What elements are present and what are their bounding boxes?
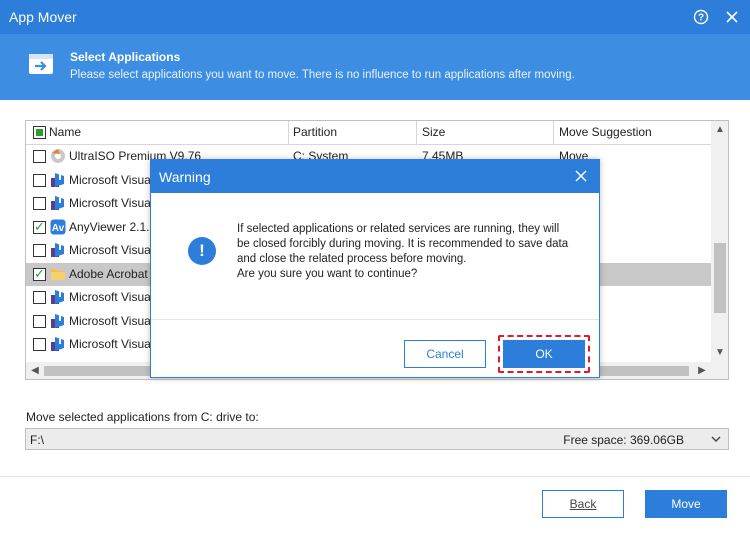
row-checkbox[interactable] (33, 338, 46, 351)
row-checkbox[interactable] (33, 266, 46, 282)
svg-text:?: ? (698, 13, 704, 24)
column-size[interactable]: Size (422, 121, 445, 144)
close-icon[interactable] (721, 6, 743, 28)
row-checkbox[interactable] (33, 291, 46, 304)
select-all-checkbox[interactable] (33, 126, 46, 139)
free-space: Free space: 369.06GB (563, 433, 684, 447)
dialog-message-line: and close the related process before mov… (237, 253, 467, 265)
svg-text:Av: Av (52, 223, 65, 234)
row-checkbox[interactable] (33, 150, 46, 163)
scroll-up-icon[interactable]: ▲ (711, 121, 728, 139)
column-move-suggestion[interactable]: Move Suggestion (559, 121, 652, 144)
scroll-down-icon[interactable]: ▼ (711, 344, 728, 362)
column-name[interactable]: Name (49, 121, 81, 144)
vs-installer-icon (50, 172, 66, 188)
help-icon[interactable]: ? (690, 6, 712, 28)
vs-installer-icon (50, 313, 66, 329)
ultraiso-icon (50, 148, 66, 164)
header-title: Select Applications (70, 50, 181, 64)
title-bar: App Mover ? (0, 0, 750, 34)
app-name: AnyViewer 2.1. (69, 219, 150, 234)
cancel-button[interactable]: Cancel (404, 340, 486, 368)
info-icon: ! (188, 237, 216, 265)
anyviewer-icon: Av (50, 219, 66, 235)
vs-installer-icon (50, 336, 66, 352)
row-checkbox[interactable] (33, 197, 46, 210)
dialog-message: If selected applications or related serv… (237, 222, 589, 282)
header-banner: Select Applications Please select applic… (0, 34, 750, 100)
row-checkbox[interactable] (33, 219, 46, 235)
app-name: Microsoft Visual (69, 243, 154, 257)
row-checkbox[interactable] (33, 244, 46, 257)
folder-icon (50, 266, 66, 282)
header-subtitle: Please select applications you want to m… (70, 69, 575, 81)
app-move-icon (26, 48, 58, 80)
row-checkbox[interactable] (33, 173, 46, 187)
vs-installer-icon (50, 242, 66, 258)
footer-divider (0, 476, 750, 477)
dialog-title-bar: Warning (151, 160, 599, 193)
column-divider (288, 121, 289, 144)
app-name: Microsoft Visual (69, 172, 154, 187)
back-button[interactable]: Back (542, 490, 624, 518)
scroll-right-icon[interactable]: ▶ (693, 362, 711, 379)
dialog-message-line: be closed forcibly during moving. It is … (237, 238, 569, 250)
column-divider (416, 121, 417, 144)
move-button[interactable]: Move (645, 490, 727, 518)
vertical-scroll-thumb[interactable] (714, 243, 726, 313)
chevron-down-icon[interactable] (710, 431, 722, 450)
vs-installer-icon (50, 195, 66, 211)
column-divider (553, 121, 554, 144)
warning-dialog: Warning ! If selected applications or re… (150, 159, 600, 378)
dialog-title: Warning (159, 169, 211, 185)
app-name: Adobe Acrobat I (69, 266, 155, 281)
ok-button[interactable]: OK (503, 340, 585, 368)
dialog-message-line: Are you sure you want to continue? (237, 268, 418, 280)
vertical-scrollbar[interactable]: ▲ ▼ (711, 121, 728, 362)
app-name: Microsoft Visual (69, 313, 154, 328)
window-title: App Mover (9, 9, 77, 25)
dialog-close-icon[interactable] (571, 166, 591, 186)
app-name: Microsoft Visual (69, 290, 154, 304)
dialog-message-line: If selected applications or related serv… (237, 223, 560, 235)
vs-installer-icon (50, 289, 66, 305)
destination-value: F:\ (30, 433, 44, 447)
scroll-left-icon[interactable]: ◀ (26, 362, 44, 379)
dialog-divider (151, 319, 599, 320)
app-name: Microsoft Visual (69, 337, 154, 351)
column-partition[interactable]: Partition (293, 121, 337, 144)
row-checkbox[interactable] (33, 314, 46, 328)
list-header: Name Partition Size Move Suggestion (26, 121, 711, 145)
destination-select[interactable]: F:\ Free space: 369.06GB (25, 428, 729, 450)
destination-label: Move selected applications from C: drive… (26, 410, 259, 424)
app-name: Microsoft Visual (69, 196, 154, 210)
scrollbar-corner (711, 362, 728, 379)
